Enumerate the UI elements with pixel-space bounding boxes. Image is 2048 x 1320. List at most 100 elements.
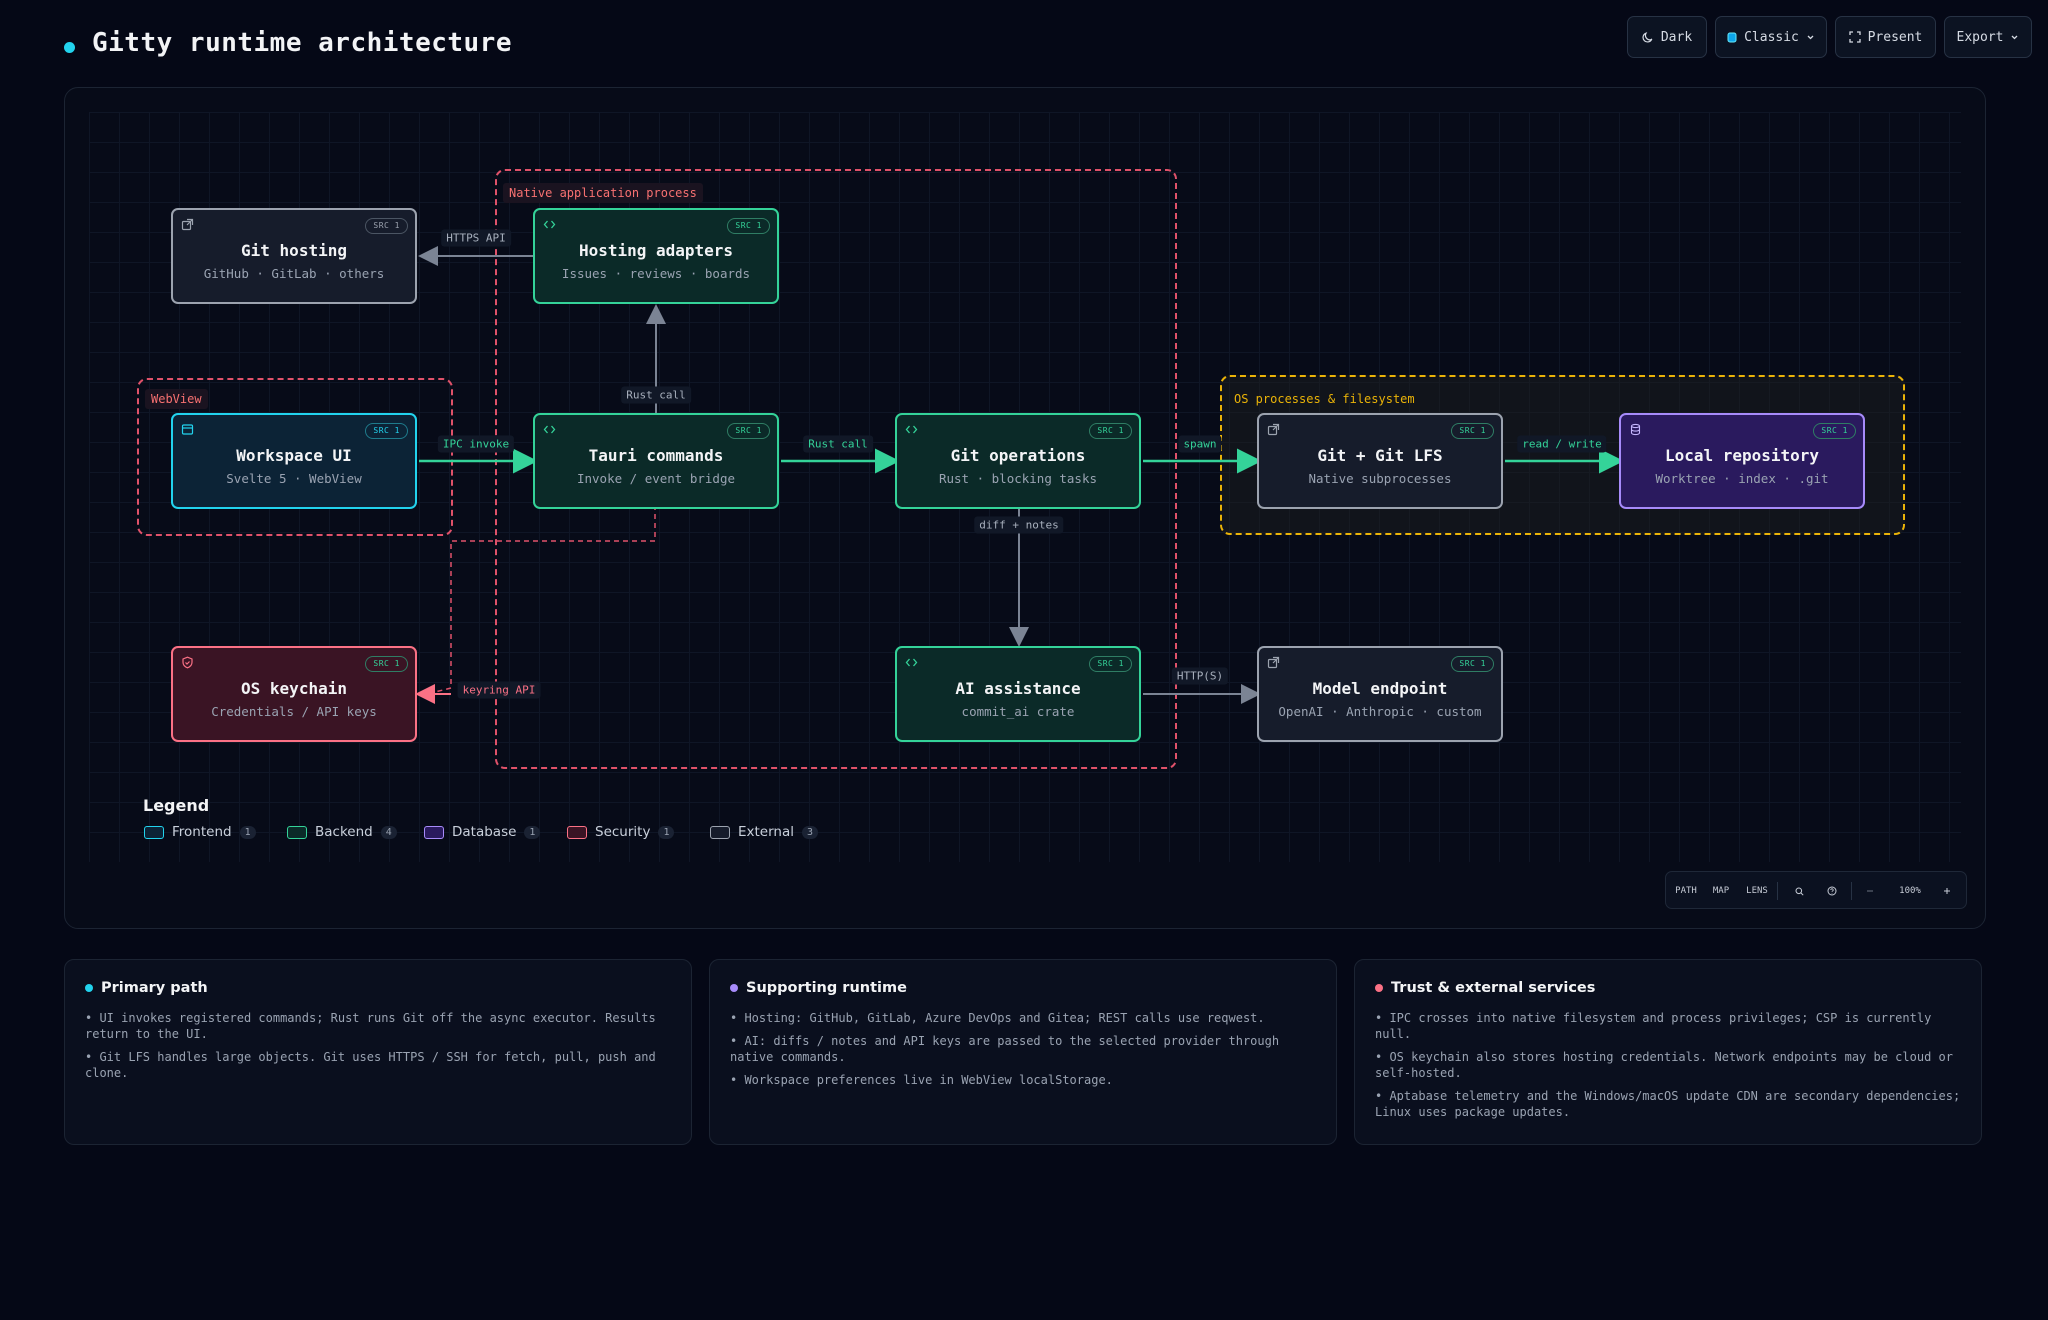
theme-label: Dark — [1660, 29, 1693, 45]
legend-count: 1 — [658, 825, 675, 839]
src-badge: SRC 1 — [1089, 423, 1132, 439]
legend-item-security[interactable]: Security 1 — [567, 824, 675, 840]
legend-label: Security — [595, 824, 651, 840]
search-button[interactable] — [1788, 872, 1810, 910]
palette-icon — [1727, 32, 1737, 42]
node-subtitle: Issues · reviews · boards — [561, 266, 751, 281]
lens-button[interactable]: LENS — [1744, 872, 1770, 910]
legend-label: Backend — [315, 824, 373, 840]
node-git-lfs[interactable]: SRC 1 Git + Git LFS Native subprocesses — [1257, 413, 1503, 509]
card-dot — [730, 984, 738, 992]
toolbar-divider — [1777, 882, 1778, 900]
path-button[interactable]: PATH — [1674, 872, 1698, 910]
minus-icon — [1867, 890, 1873, 892]
node-subtitle: Credentials / API keys — [211, 704, 377, 719]
edge-label-read-write: read / write — [1517, 435, 1607, 453]
card-item: • Git LFS handles large objects. Git use… — [85, 1050, 656, 1080]
node-subtitle: GitHub · GitLab · others — [203, 266, 385, 281]
legend-count: 1 — [524, 825, 541, 839]
node-ai-assistance[interactable]: SRC 1 AI assistance commit_ai crate — [895, 646, 1141, 742]
card-header: Trust & external services — [1375, 980, 1961, 996]
export-button[interactable]: Export — [1944, 16, 2032, 58]
legend-count: 3 — [802, 825, 819, 839]
src-badge: SRC 1 — [365, 218, 408, 234]
node-local-repository[interactable]: SRC 1 Local repository Worktree · index … — [1619, 413, 1865, 509]
node-title: Tauri commands — [588, 446, 724, 465]
node-title: OS keychain — [241, 679, 347, 698]
shield-icon — [182, 656, 193, 669]
card-item: • AI: diffs / notes and API keys are pas… — [730, 1034, 1280, 1064]
card-title: Primary path — [101, 980, 208, 996]
edge-label-ipc-invoke: IPC invoke — [437, 435, 515, 453]
help-icon — [1827, 886, 1837, 896]
present-button[interactable]: Present — [1835, 16, 1936, 58]
style-select[interactable]: Classic — [1715, 16, 1827, 58]
legend-count: 4 — [380, 825, 397, 839]
node-os-keychain[interactable]: SRC 1 OS keychain Credentials / API keys — [171, 646, 417, 742]
legend-item-external[interactable]: External 3 — [710, 824, 819, 840]
fullscreen-icon — [1848, 31, 1861, 43]
diagram-canvas[interactable]: Native application process WebView OS pr… — [64, 87, 1986, 929]
legend-item-backend[interactable]: Backend 4 — [287, 824, 397, 840]
style-label: Classic — [1744, 29, 1799, 45]
node-title: AI assistance — [955, 679, 1081, 698]
node-title: Git operations — [950, 446, 1086, 465]
edge-label-keyring-api: keyring API — [457, 681, 541, 699]
legend-swatch — [144, 825, 164, 839]
node-subtitle: Svelte 5 · WebView — [226, 471, 362, 486]
src-badge: SRC 1 — [365, 656, 408, 672]
card-supporting-runtime: Supporting runtime • Hosting: GitHub, Gi… — [709, 959, 1337, 1145]
node-hosting-adapters[interactable]: SRC 1 Hosting adapters Issues · reviews … — [533, 208, 779, 304]
card-item: • Aptabase telemetry and the Windows/mac… — [1375, 1089, 1961, 1119]
legend-item-database[interactable]: Database 1 — [424, 824, 541, 840]
edge-label-rust-call: Rust call — [803, 435, 873, 453]
browser-window-icon — [181, 424, 194, 435]
moon-icon — [1642, 32, 1653, 43]
edge-label-diff-notes: diff + notes — [974, 516, 1064, 534]
card-header: Supporting runtime — [730, 980, 1316, 996]
legend-swatch — [710, 825, 730, 839]
zoom-in-button[interactable] — [1936, 872, 1958, 910]
node-title: Local repository — [1664, 446, 1820, 465]
external-link-icon — [181, 218, 194, 231]
node-workspace-ui[interactable]: SRC 1 Workspace UI Svelte 5 · WebView — [171, 413, 417, 509]
node-git-operations[interactable]: SRC 1 Git operations Rust · blocking tas… — [895, 413, 1141, 509]
node-title: Model endpoint — [1312, 679, 1448, 698]
card-item: • OS keychain also stores hosting creden… — [1375, 1050, 1953, 1080]
canvas-toolbar: PATH MAP LENS 100% — [1665, 871, 1967, 909]
node-subtitle: Worktree · index · .git — [1655, 471, 1829, 486]
node-subtitle: OpenAI · Anthropic · custom — [1278, 704, 1482, 719]
theme-toggle-button[interactable]: Dark — [1627, 16, 1707, 58]
node-title: Hosting adapters — [578, 241, 734, 260]
node-title: Git hosting — [241, 241, 347, 260]
map-button[interactable]: MAP — [1709, 872, 1733, 910]
legend-swatch — [287, 825, 307, 839]
card-item: • IPC crosses into native filesystem and… — [1375, 1011, 1932, 1041]
zoom-out-button[interactable] — [1859, 872, 1881, 910]
node-tauri-commands[interactable]: SRC 1 Tauri commands Invoke / event brid… — [533, 413, 779, 509]
node-title: Workspace UI — [236, 446, 352, 465]
card-dot — [85, 984, 93, 992]
node-model-endpoint[interactable]: SRC 1 Model endpoint OpenAI · Anthropic … — [1257, 646, 1503, 742]
help-button[interactable] — [1821, 872, 1843, 910]
code-icon — [905, 425, 918, 434]
node-git-hosting[interactable]: SRC 1 Git hosting GitHub · GitLab · othe… — [171, 208, 417, 304]
card-item: • Hosting: GitHub, GitLab, Azure DevOps … — [730, 1011, 1265, 1025]
legend-title: Legend — [143, 796, 210, 815]
legend-label: Frontend — [172, 824, 232, 840]
edge-label-spawn: spawn — [1178, 435, 1222, 453]
code-icon — [543, 425, 556, 434]
node-subtitle: commit_ai crate — [961, 704, 1075, 719]
title-status-dot — [64, 42, 75, 53]
card-primary-path: Primary path • UI invokes registered com… — [64, 959, 692, 1145]
src-badge: SRC 1 — [1451, 423, 1494, 439]
card-title: Trust & external services — [1391, 980, 1596, 996]
chevron-down-icon — [1807, 35, 1814, 39]
legend-swatch — [424, 825, 444, 839]
legend-label: External — [738, 824, 795, 840]
legend-item-frontend[interactable]: Frontend 1 — [144, 824, 256, 840]
legend-label: Database — [452, 824, 517, 840]
src-badge: SRC 1 — [1813, 423, 1856, 439]
plus-icon — [1944, 888, 1950, 894]
page-title: Gitty runtime architecture — [92, 28, 512, 58]
